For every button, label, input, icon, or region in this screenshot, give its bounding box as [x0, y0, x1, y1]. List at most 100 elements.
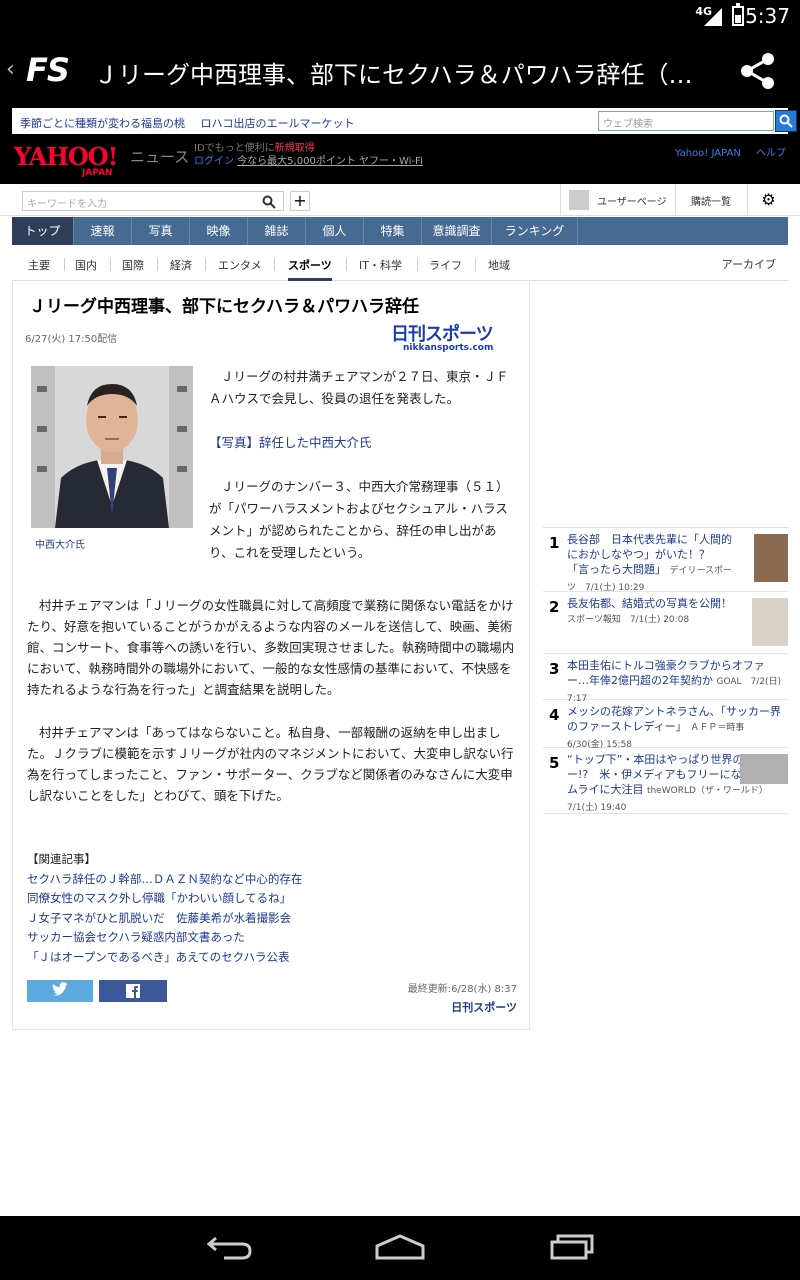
nav-photos[interactable]: 写真 — [132, 217, 190, 245]
rank-number: 1 — [549, 534, 560, 552]
twitter-icon — [52, 982, 68, 996]
source-logo-url: nikkansports.com — [403, 343, 494, 353]
nav-individual[interactable]: 個人 — [306, 217, 364, 245]
photo-caption[interactable]: 中西大介氏 — [35, 536, 85, 551]
archive-link[interactable]: アーカイブ — [722, 256, 776, 272]
ranking-item[interactable]: 4 メッシの花嫁アントネラさん、「サッカー界のファーストレディー」 ＡＦＰ＝時事… — [543, 700, 788, 750]
category-entertainment[interactable]: エンタメ — [218, 257, 262, 273]
category-sports[interactable]: スポーツ — [288, 257, 332, 281]
user-page-label: ユーザーページ — [597, 197, 667, 208]
main-nav: トップ 速報 写真 映像 雑誌 個人 特集 意識調査 ランキング — [12, 217, 788, 245]
gear-icon: ⚙ — [761, 190, 776, 209]
body-paragraph: 村井チェアマンは「Ｊリーグの女性職員に対して高頻度で業務に関係ない電話をかけたり… — [27, 598, 515, 697]
category-life[interactable]: ライフ — [429, 257, 462, 273]
photo-link[interactable]: 【写真】辞任した中西大介氏 — [209, 432, 513, 454]
promo-bar: 季節ごとに種類が変わる福島の桃 ロハコ出店のエールマーケット ウェブ検索 — [12, 108, 797, 134]
share-icon[interactable] — [738, 51, 778, 91]
nav-features[interactable]: 特集 — [364, 217, 422, 245]
article-headline: Ｊリーグ中西理事、部下にセクハラ＆パワハラ辞任 — [29, 297, 419, 317]
keyword-search-input[interactable]: キーワードを入力 — [22, 191, 284, 211]
promo-link-market[interactable]: ロハコ出店のエールマーケット — [201, 117, 355, 130]
updated-time: 最終更新:6/28(水) 8:37 — [407, 984, 517, 995]
rank-title: 長友佑都、結婚式の写真を公開！ — [567, 597, 732, 610]
body-paragraph: 村井チェアマンは「あってはならないこと。私自身、一部報酬の返納を申し出ました。Ｊ… — [27, 725, 514, 803]
category-it-science[interactable]: IT・科学 — [359, 257, 402, 273]
ranking-item[interactable]: 2 長友佑都、結婚式の写真を公開！ スポーツ報知 7/1(土) 20:08 — [543, 592, 788, 654]
system-nav-bar — [0, 1216, 800, 1280]
web-search-input[interactable]: ウェブ検索 — [598, 111, 774, 131]
news-label[interactable]: ニュース — [130, 146, 189, 167]
clock: 5:37 — [745, 4, 790, 28]
app-bar: ‹ FS Ｊリーグ中西理事、部下にセクハラ＆パワハラ辞任（… — [0, 33, 800, 108]
lead-paragraph: Ｊリーグのナンバー３、中西大介常務理事（５１）が「パワーハラスメントおよびセクシ… — [209, 479, 509, 560]
avatar — [569, 190, 589, 210]
settings-button[interactable]: ⚙ — [747, 184, 789, 216]
rank-thumbnail — [752, 598, 788, 646]
facebook-share-button[interactable] — [99, 980, 167, 1002]
news-toolbar: キーワードを入力 + ユーザーページ 購読一覧 ⚙ — [0, 184, 800, 216]
app-logo[interactable]: FS — [26, 51, 70, 89]
source-link[interactable]: 日刊スポーツ — [408, 999, 517, 1015]
ranking-item[interactable]: 3 本田圭佑にトルコ強豪クラブからオファー…年俸2億円超の2年契約か GOAL … — [543, 654, 788, 704]
rank-number: 3 — [549, 660, 560, 678]
rank-thumbnail — [740, 754, 788, 784]
article-lead: Ｊリーグの村井満チェアマンが２７日、東京・ＪＦＡハウスで会見し、役員の退任を発表… — [209, 366, 513, 586]
login-promo-text: IDでもっと便利に — [194, 143, 275, 154]
ranking-header — [543, 518, 788, 528]
back-icon[interactable] — [206, 1232, 254, 1262]
article-photo[interactable] — [31, 366, 193, 528]
search-icon — [779, 114, 793, 128]
signup-link[interactable]: 新規取得 — [275, 143, 315, 154]
facebook-icon — [126, 984, 140, 998]
nav-magazines[interactable]: 雑誌 — [248, 217, 306, 245]
recents-icon[interactable] — [548, 1232, 596, 1262]
page-title: Ｊリーグ中西理事、部下にセクハラ＆パワハラ辞任（… — [94, 61, 693, 89]
related-link[interactable]: サッカー協会セクハラ疑惑内部文書あった — [27, 928, 523, 948]
nav-top[interactable]: トップ — [12, 217, 74, 245]
category-region[interactable]: 地域 — [488, 257, 510, 273]
ranking-list: 1 長谷部 日本代表先輩に「人間的におかしなやつ」がいた！？ 「言ったら大問題」… — [543, 518, 788, 814]
category-main[interactable]: 主要 — [28, 257, 50, 273]
subscriptions-button[interactable]: 購読一覧 — [675, 184, 747, 216]
article-body: 村井チェアマンは「Ｊリーグの女性職員に対して高頻度で業務に関係ない電話をかけたり… — [27, 595, 523, 828]
ranking-item[interactable]: 1 長谷部 日本代表先輩に「人間的におかしなやつ」がいた！？ 「言ったら大問題」… — [543, 528, 788, 593]
related-articles: 【関連記事】 セクハラ辞任のＪ幹部…ＤＡＺＮ契約など中心的存在 同僚女性のマスク… — [27, 850, 523, 967]
rank-number: 4 — [549, 706, 560, 724]
web-search-button[interactable] — [775, 110, 797, 132]
twitter-share-button[interactable] — [27, 980, 93, 1002]
search-icon[interactable] — [262, 194, 276, 213]
category-international[interactable]: 国際 — [122, 257, 144, 273]
rank-thumbnail — [754, 534, 788, 582]
help-link[interactable]: ヘルプ — [756, 148, 786, 159]
home-icon[interactable] — [374, 1232, 426, 1262]
category-domestic[interactable]: 国内 — [75, 257, 97, 273]
rank-number: 5 — [549, 754, 560, 772]
promo-link-peach[interactable]: 季節ごとに種類が変わる福島の桃 — [20, 117, 185, 130]
yahoo-logo[interactable]: YAHOO! — [14, 142, 118, 171]
nav-ranking[interactable]: ランキング — [492, 217, 578, 245]
nikkan-sports-logo[interactable]: 日刊スポーツ nikkansports.com — [391, 320, 507, 356]
login-link[interactable]: ログイン — [194, 156, 234, 167]
user-page-button[interactable]: ユーザーページ — [560, 184, 675, 216]
category-economy[interactable]: 経済 — [170, 257, 192, 273]
ranking-item[interactable]: 5 “トップ下”・本田はやっぱり世界のスター!? 米・伊メディアもフリーになった… — [543, 748, 788, 814]
related-link[interactable]: 同僚女性のマスク外し停職「かわいい顔してるね」 — [27, 889, 523, 909]
related-link[interactable]: Ｊ女子マネがひと肌脱いだ 佐藤美希が水着撮影会 — [27, 909, 523, 929]
category-nav: 主要 国内 国際 経済 エンタメ スポーツ IT・科学 ライフ 地域 アーカイブ — [12, 249, 788, 281]
yahoo-japan-link[interactable]: Yahoo! JAPAN — [675, 148, 741, 159]
nav-breaking[interactable]: 速報 — [74, 217, 132, 245]
yahoo-japan-label: JAPAN — [82, 168, 113, 178]
nav-survey[interactable]: 意識調査 — [422, 217, 492, 245]
wifi-promo-link[interactable]: 今なら最大5,000ポイント ヤフー・Wi-Fi — [237, 156, 423, 167]
add-button[interactable]: + — [290, 191, 310, 211]
article-date: 6/27(火) 17:50配信 — [25, 334, 118, 345]
last-updated: 最終更新:6/28(水) 8:37 日刊スポーツ — [408, 980, 517, 1015]
login-area: IDでもっと便利に新規取得 ログイン 今なら最大5,000ポイント ヤフー・Wi… — [194, 142, 423, 168]
nav-video[interactable]: 映像 — [190, 217, 248, 245]
lead-paragraph: Ｊリーグの村井満チェアマンが２７日、東京・ＪＦＡハウスで会見し、役員の退任を発表… — [209, 369, 509, 406]
rank-meta: スポーツ報知 7/1(土) 20:08 — [567, 615, 690, 625]
related-heading: 【関連記事】 — [27, 852, 96, 866]
related-link[interactable]: セクハラ辞任のＪ幹部…ＤＡＺＮ契約など中心的存在 — [27, 870, 523, 890]
back-icon[interactable]: ‹ — [6, 57, 15, 82]
related-link[interactable]: 「Ｊはオープンであるべき」あえてのセクハラ公表 — [27, 948, 523, 968]
